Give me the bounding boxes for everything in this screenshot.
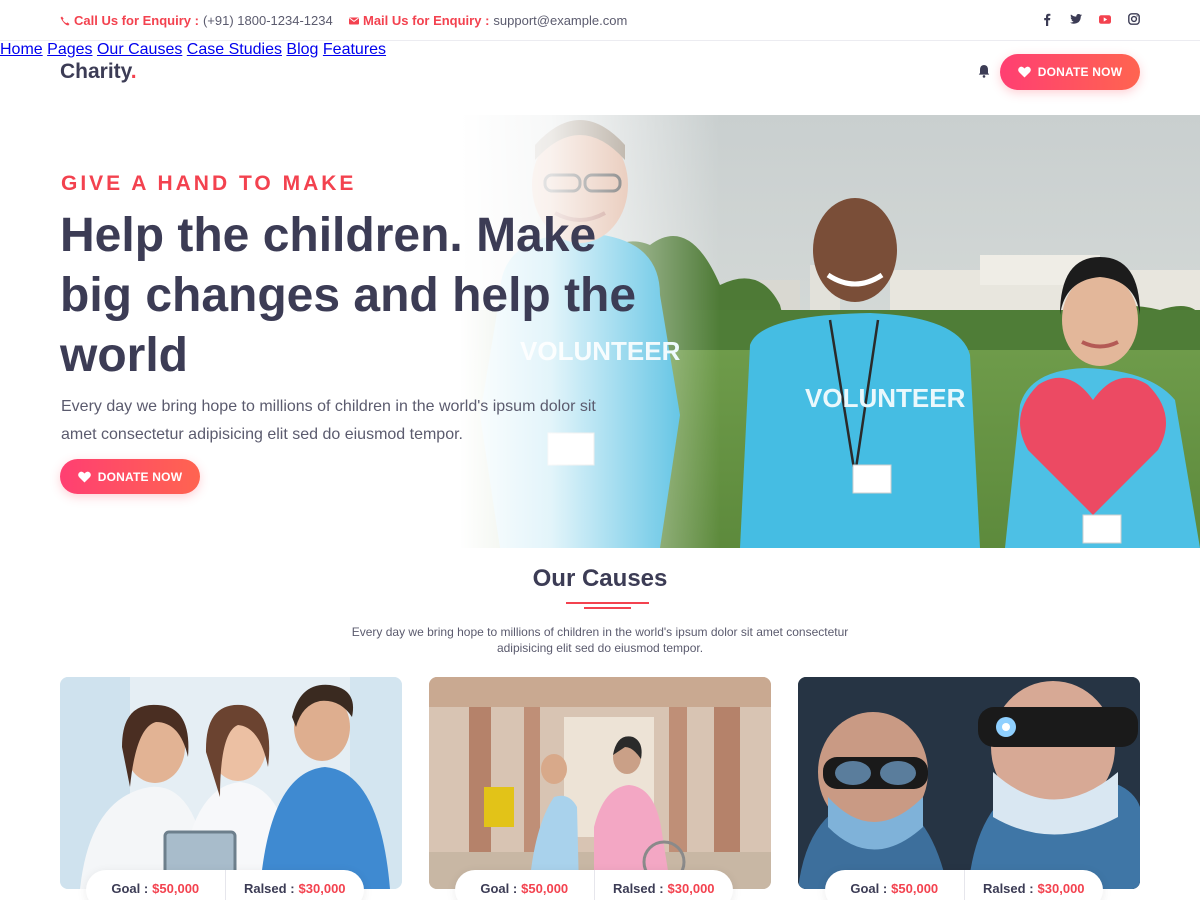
goal-amount: $50,000 <box>152 881 200 896</box>
goal-stat: Goal : $50,000 <box>825 870 964 900</box>
mail-icon <box>349 17 359 24</box>
mail-enquiry[interactable]: Mail Us for Enquiry : support@example.co… <box>349 13 627 28</box>
youtube-icon[interactable] <box>1099 12 1111 26</box>
raised-label: Ralsed : <box>243 881 295 896</box>
phone-icon <box>60 16 70 25</box>
raised-amount: $30,000 <box>1037 881 1085 896</box>
logo-dot: . <box>130 60 137 83</box>
hero-title: Help the children. Make big changes and … <box>60 209 637 382</box>
facebook-icon[interactable] <box>1041 12 1053 26</box>
raised-amount: $30,000 <box>667 881 715 896</box>
hero-section: VOLUNTEER VOLUNTEER GIVE A HAND TO MAKE … <box>0 115 1200 548</box>
call-enquiry[interactable]: Call Us for Enquiry : (+91) 1800-1234-12… <box>60 13 333 28</box>
goal-label: Goal : <box>480 881 518 896</box>
social-links <box>1041 12 1140 26</box>
medical-team-image <box>60 677 402 889</box>
call-number: (+91) 1800-1234-1234 <box>202 13 333 28</box>
goal-label: Goal : <box>111 881 149 896</box>
nav-home[interactable]: Home <box>0 41 43 58</box>
twitter-icon[interactable] <box>1070 12 1082 26</box>
heart-icon <box>77 471 91 482</box>
goal-stat: Goal : $50,000 <box>86 870 225 900</box>
raised-amount: $30,000 <box>298 881 346 896</box>
raised-stat: Ralsed : $30,000 <box>963 870 1104 900</box>
nav-features[interactable]: Features <box>323 41 386 58</box>
mail-address: support@example.com <box>493 13 628 28</box>
hospital-corridor-image <box>429 677 771 889</box>
raised-stat: Ralsed : $30,000 <box>593 870 734 900</box>
site-header: Charity. Home Pages Our Causes Case Stud… <box>0 41 1200 115</box>
nav-case-studies[interactable]: Case Studies <box>187 41 282 58</box>
cause-card[interactable] <box>60 677 402 889</box>
cause-card[interactable] <box>429 677 771 889</box>
goal-amount: $50,000 <box>521 881 569 896</box>
mail-label: Mail Us for Enquiry : <box>363 13 490 28</box>
hero-donate-label: DONATE NOW <box>97 469 183 484</box>
cause-stats: Goal : $50,000 Ralsed : $30,000 <box>86 870 364 900</box>
header-donate-label: DONATE NOW <box>1037 65 1123 79</box>
raised-label: Ralsed : <box>982 881 1034 896</box>
surgeons-image <box>798 677 1140 889</box>
call-label: Call Us for Enquiry : <box>74 13 199 28</box>
goal-stat: Goal : $50,000 <box>455 870 594 900</box>
hero-eyebrow: GIVE A HAND TO MAKE <box>61 172 357 195</box>
raised-label: Ralsed : <box>612 881 664 896</box>
title-underline <box>566 602 649 604</box>
hero-description: Every day we bring hope to millions of c… <box>61 398 596 443</box>
hero-donate-button[interactable]: DONATE NOW <box>60 459 200 494</box>
instagram-icon[interactable] <box>1128 12 1140 26</box>
goal-label: Goal : <box>850 881 888 896</box>
top-bar: Call Us for Enquiry : (+91) 1800-1234-12… <box>0 0 1200 41</box>
cause-stats: Goal : $50,000 Ralsed : $30,000 <box>825 870 1103 900</box>
raised-stat: Ralsed : $30,000 <box>224 870 365 900</box>
heart-icon <box>1017 66 1031 78</box>
causes-title: Our Causes <box>532 565 668 592</box>
nav-blog[interactable]: Blog <box>286 41 318 58</box>
bell-icon[interactable] <box>977 64 991 78</box>
title-underline-short <box>584 607 631 609</box>
cause-card[interactable] <box>798 677 1140 889</box>
site-logo[interactable]: Charity. <box>60 60 137 84</box>
goal-amount: $50,000 <box>891 881 939 896</box>
causes-description: Every day we bring hope to millions of c… <box>351 625 849 655</box>
nav-our-causes[interactable]: Our Causes <box>97 41 182 58</box>
cause-stats: Goal : $50,000 Ralsed : $30,000 <box>455 870 733 900</box>
header-donate-button[interactable]: DONATE NOW <box>1000 54 1140 90</box>
volunteer-text-2: VOLUNTEER <box>805 383 966 413</box>
logo-text: Charity <box>60 60 131 83</box>
nav-pages[interactable]: Pages <box>47 41 92 58</box>
